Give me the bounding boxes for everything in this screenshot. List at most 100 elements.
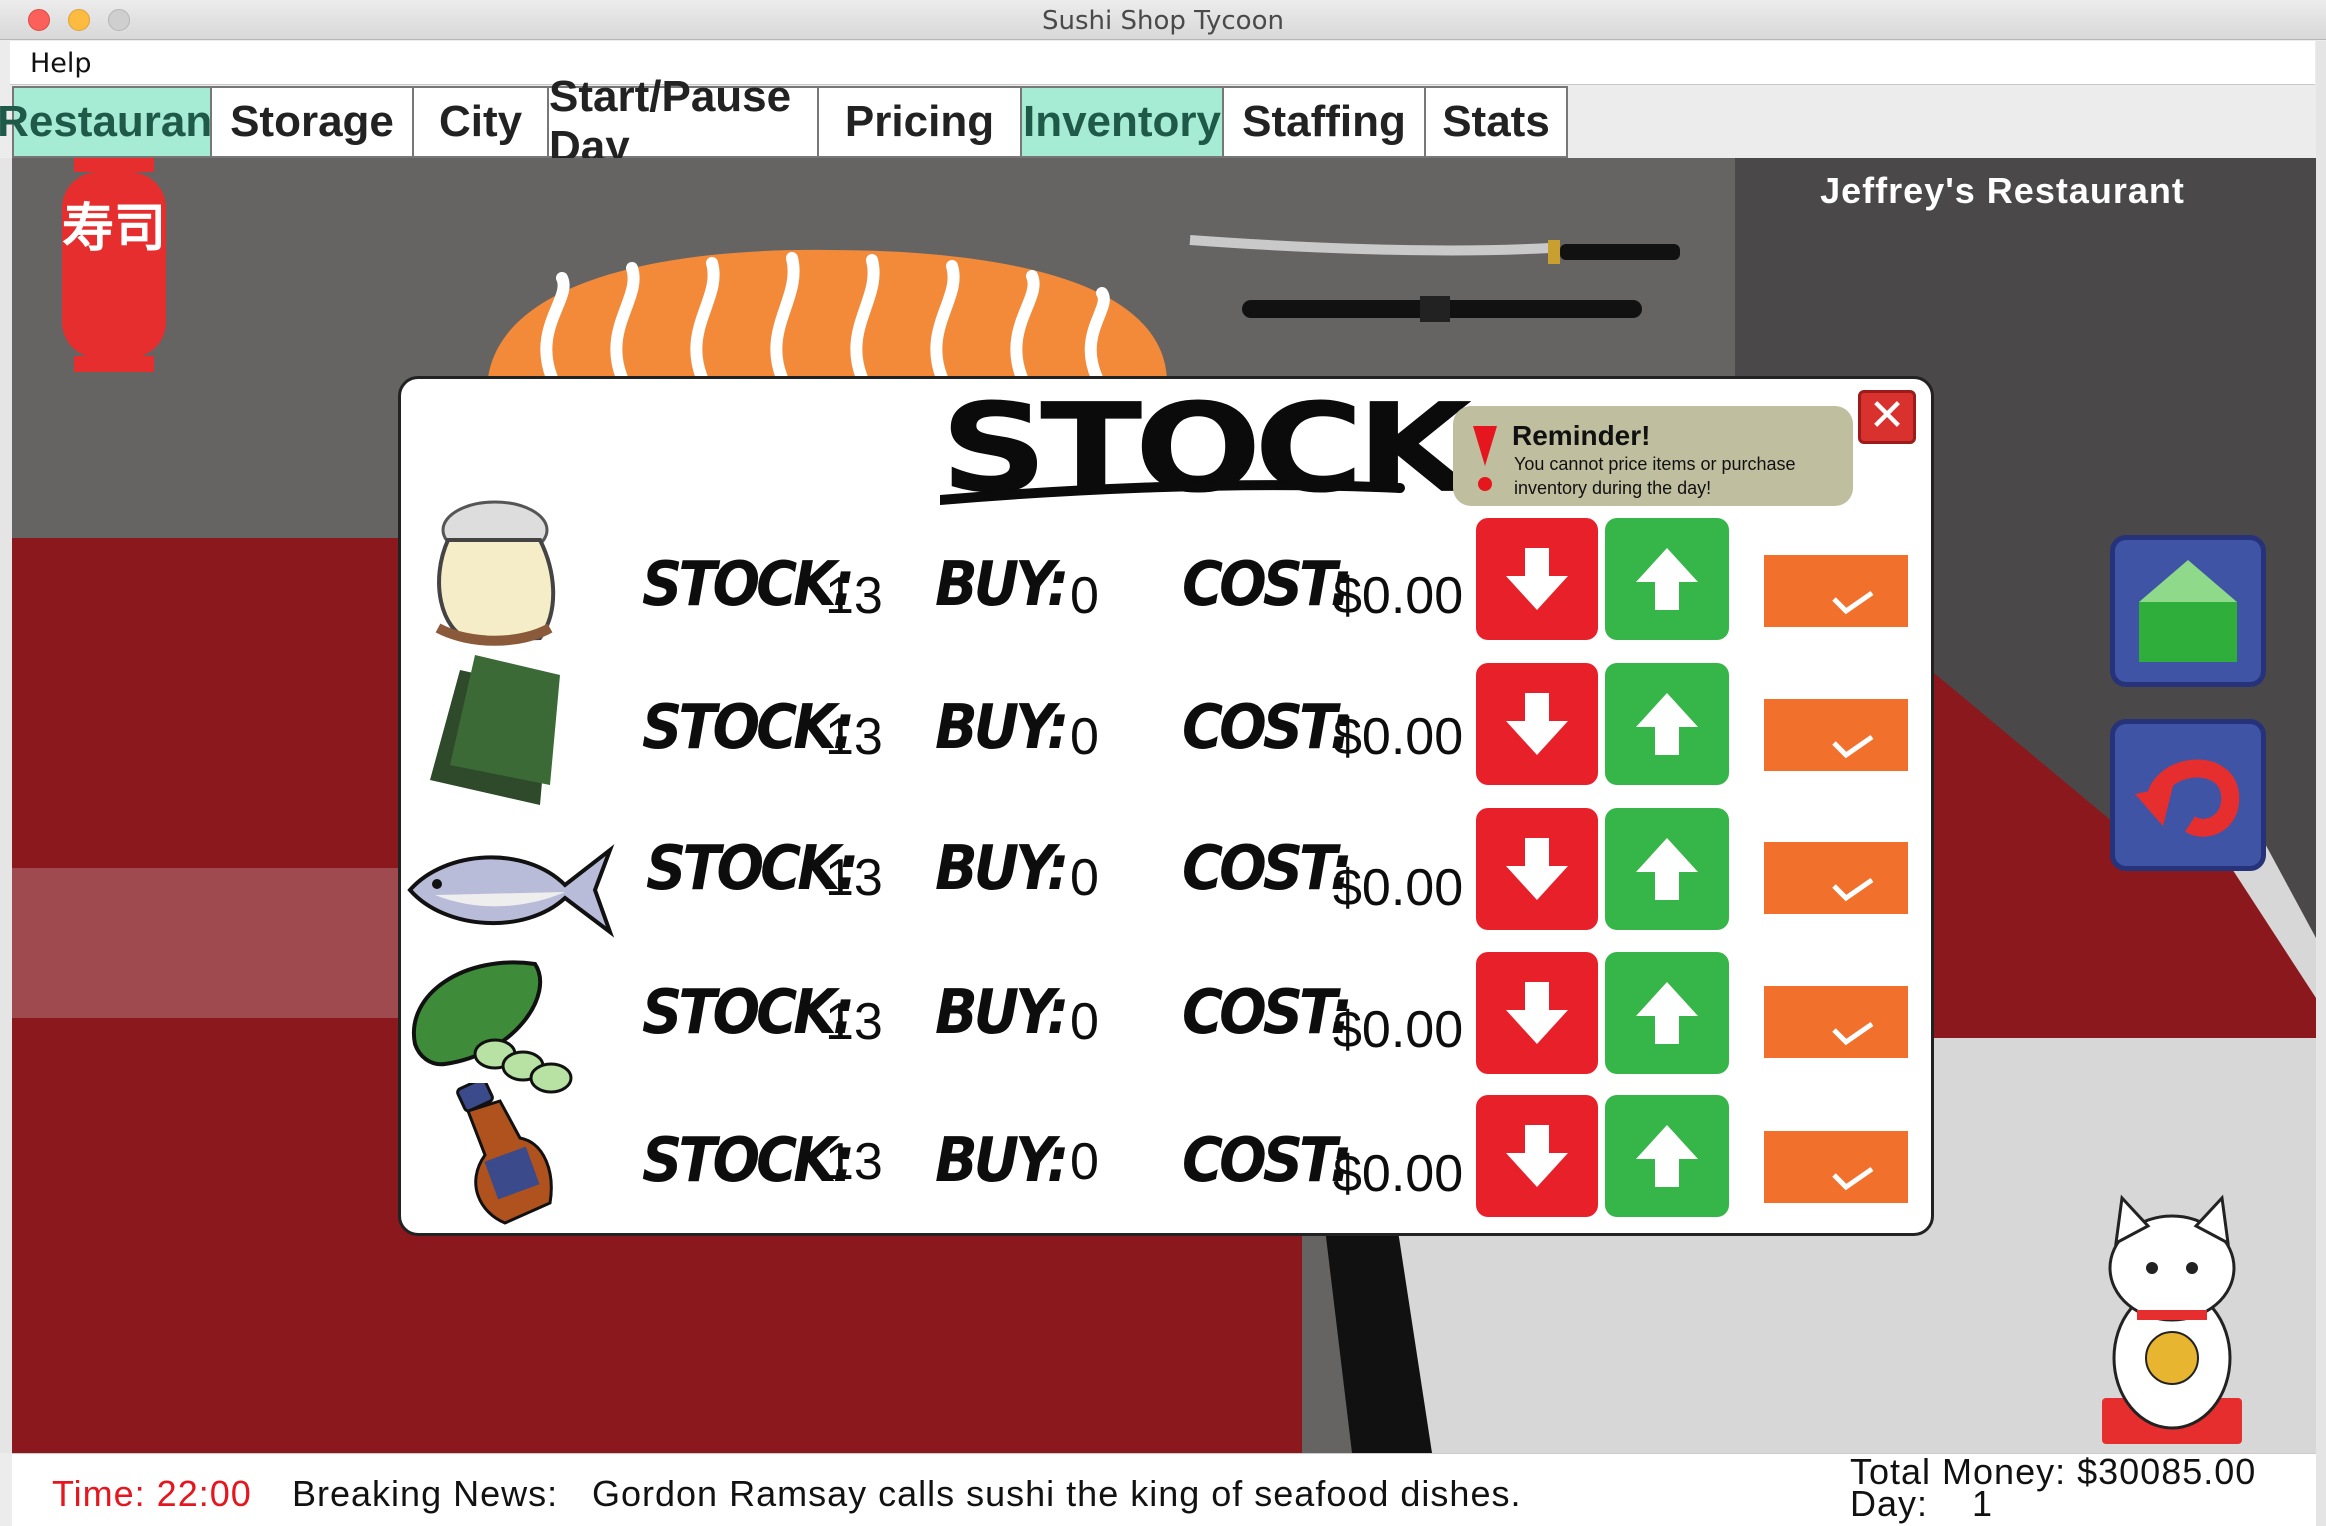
- confirm-purchase-button[interactable]: [1764, 842, 1908, 914]
- title-underline: [940, 480, 1405, 505]
- confirm-purchase-button[interactable]: [1764, 1131, 1908, 1203]
- cost-label: COST:: [1182, 691, 1353, 764]
- arrow-down-icon: [1506, 838, 1568, 900]
- reminder-title: Reminder!: [1512, 420, 1651, 451]
- game-time: Time: 22:00: [52, 1473, 252, 1514]
- stock-label: STOCK:: [642, 691, 855, 764]
- checkmark-icon: [1832, 1166, 1874, 1191]
- close-icon: ✕: [1868, 390, 1906, 441]
- news-label: Breaking News:: [292, 1473, 559, 1514]
- warning-icon: [1473, 426, 1497, 491]
- increase-button[interactable]: [1605, 808, 1729, 930]
- tab-inventory[interactable]: Inventory: [1020, 86, 1224, 158]
- stock-label: STOCK:: [642, 976, 855, 1049]
- arrow-up-icon: [1636, 1125, 1698, 1187]
- tab-storage[interactable]: Storage: [210, 86, 414, 158]
- increase-button[interactable]: [1605, 952, 1729, 1074]
- stock-value: 13: [825, 708, 883, 766]
- cost-label: COST:: [1182, 976, 1353, 1049]
- undo-arrow-icon: [2135, 759, 2240, 837]
- buy-label: BUY:: [935, 548, 1069, 621]
- menu-bar: Help: [10, 41, 2315, 85]
- menu-help[interactable]: Help: [30, 48, 92, 79]
- stock-value: 13: [825, 849, 883, 907]
- soy-sauce-icon: [456, 1083, 553, 1225]
- arrow-down-icon: [1506, 982, 1568, 1044]
- buy-value: 0: [1070, 1133, 1099, 1191]
- restaurant-name: Jeffrey's Restaurant: [1820, 170, 2185, 211]
- rice-sack-icon: [435, 500, 556, 646]
- day-value: 1: [1972, 1483, 1993, 1524]
- buy-label: BUY:: [935, 691, 1069, 764]
- decrease-button[interactable]: [1476, 518, 1598, 640]
- buy-value: 0: [1070, 567, 1099, 625]
- app-window: Sushi Shop Tycoon Help Restaurant Storag…: [0, 0, 2326, 1526]
- decrease-button[interactable]: [1476, 663, 1598, 785]
- arrow-down-icon: [1506, 1125, 1568, 1187]
- stock-label: STOCK:: [642, 1124, 855, 1197]
- arrow-down-icon: [1506, 548, 1568, 610]
- buy-label: BUY:: [935, 832, 1069, 905]
- decrease-button[interactable]: [1476, 808, 1598, 930]
- inventory-row: STOCK: 13 BUY: 0 COST: $0.00: [400, 944, 1920, 1094]
- cost-value: $0.00: [1333, 859, 1464, 917]
- tab-staffing[interactable]: Staffing: [1222, 86, 1426, 158]
- arrow-up-icon: [1636, 982, 1698, 1044]
- increase-button[interactable]: [1605, 518, 1729, 640]
- arrow-up-icon: [1636, 548, 1698, 610]
- tab-start-pause-day[interactable]: Start/Pause Day: [547, 72, 819, 171]
- arrow-up-icon: [1636, 693, 1698, 755]
- close-dialog-button[interactable]: ✕: [1858, 390, 1916, 444]
- fish-icon: [407, 844, 615, 938]
- lantern-text: 寿司: [62, 198, 167, 259]
- stock-value: 13: [825, 1133, 883, 1191]
- tab-city[interactable]: City: [412, 86, 549, 158]
- confirm-purchase-button[interactable]: [1764, 555, 1908, 627]
- tab-restaurant[interactable]: Restaurant: [0, 86, 227, 158]
- tab-bar: Restaurant Storage City Start/Pause Day …: [0, 72, 2314, 171]
- inventory-row: STOCK: 13 BUY: 0 COST: $0.00: [400, 655, 1920, 805]
- tab-stats[interactable]: Stats: [1424, 86, 1568, 158]
- inventory-row: STOCK: 13 BUY: 0 COST: $0.00: [400, 1083, 1920, 1225]
- status-bar: Time: 22:00 Breaking News: Gordon Ramsay…: [12, 1453, 2316, 1526]
- buy-value: 0: [1070, 849, 1099, 907]
- cost-value: $0.00: [1333, 567, 1464, 625]
- decrease-button[interactable]: [1476, 1095, 1598, 1217]
- right-edge: [2316, 41, 2326, 1526]
- reminder-text: You cannot price items or purchase inven…: [1514, 454, 1796, 498]
- katana-decoration: [1189, 235, 1680, 322]
- confirm-purchase-button[interactable]: [1764, 699, 1908, 771]
- news-ticker: Gordon Ramsay calls sushi the king of se…: [592, 1473, 1522, 1514]
- back-button[interactable]: [2110, 719, 2266, 871]
- sushi-lantern: [62, 158, 166, 372]
- buy-label: BUY:: [935, 1124, 1069, 1197]
- cost-value: $0.00: [1333, 708, 1464, 766]
- checkmark-icon: [1832, 590, 1874, 615]
- left-edge: [0, 158, 12, 1453]
- checkmark-icon: [1832, 1021, 1874, 1046]
- stock-value: 13: [825, 993, 883, 1051]
- checkmark-icon: [1832, 734, 1874, 759]
- inventory-row: STOCK: 13 BUY: 0 COST: $0.00: [400, 500, 1920, 646]
- arrow-up-icon: [1636, 838, 1698, 900]
- lucky-cat-icon: [2102, 1194, 2242, 1444]
- cucumber-icon: [411, 960, 573, 1094]
- cost-value: $0.00: [1333, 1145, 1464, 1203]
- decrease-button[interactable]: [1476, 952, 1598, 1074]
- buy-label: BUY:: [935, 976, 1069, 1049]
- buy-value: 0: [1070, 993, 1099, 1051]
- stock-value: 13: [825, 567, 883, 625]
- cost-label: COST:: [1182, 1124, 1353, 1197]
- confirm-purchase-button[interactable]: [1764, 986, 1908, 1058]
- home-button[interactable]: [2110, 535, 2266, 687]
- cost-label: COST:: [1182, 832, 1353, 905]
- title-bar: Sushi Shop Tycoon: [0, 0, 2326, 40]
- increase-button[interactable]: [1605, 1095, 1729, 1217]
- inventory-row: STOCK: 13 BUY: 0 COST: $0.00: [400, 800, 1920, 938]
- cost-value: $0.00: [1333, 1001, 1464, 1059]
- increase-button[interactable]: [1605, 663, 1729, 785]
- tab-pricing[interactable]: Pricing: [817, 86, 1022, 158]
- checkmark-icon: [1832, 877, 1874, 902]
- buy-value: 0: [1070, 708, 1099, 766]
- cost-label: COST:: [1182, 548, 1353, 621]
